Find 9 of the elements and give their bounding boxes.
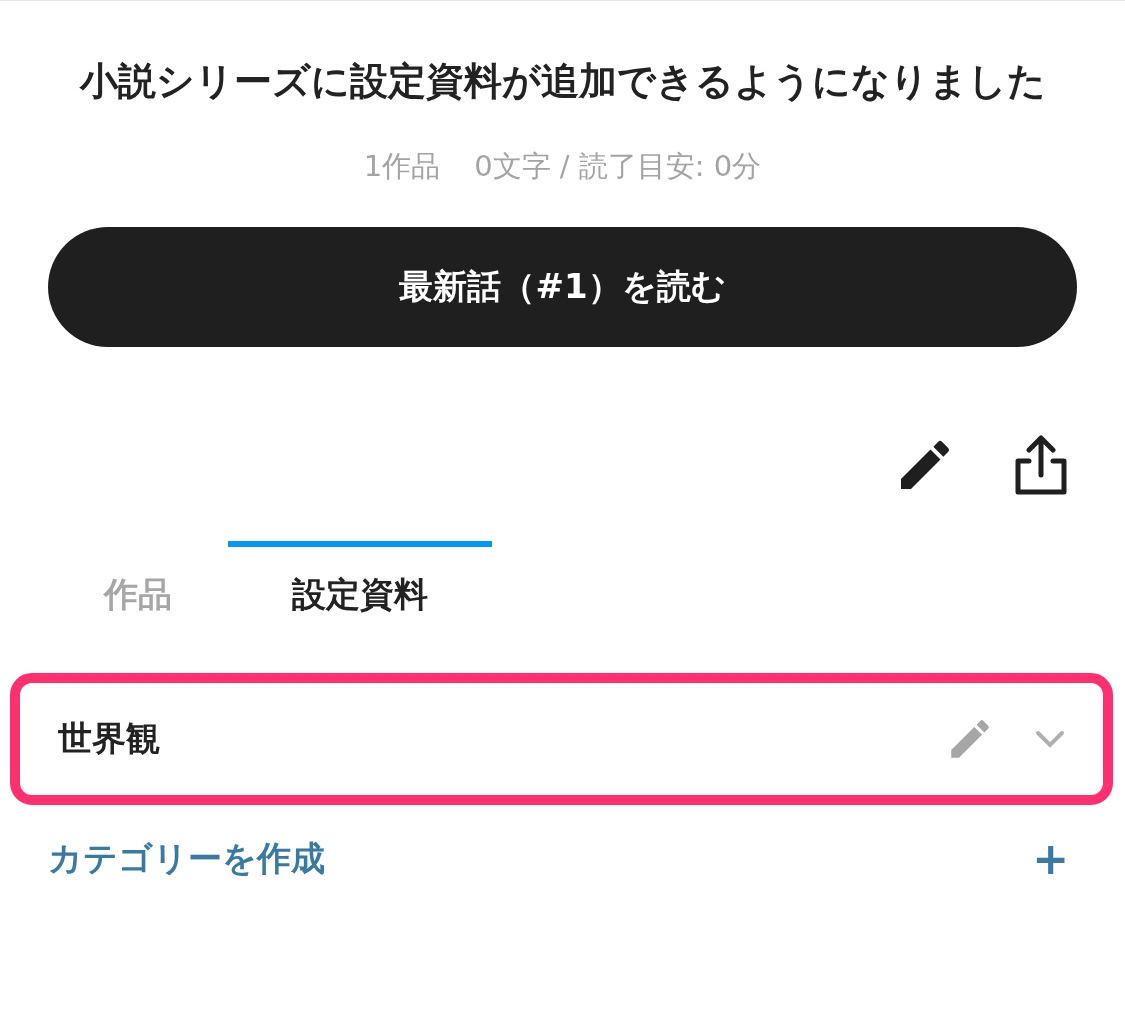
tab[interactable]: 設定資料: [228, 541, 492, 651]
create-category-link[interactable]: カテゴリーを作成: [48, 835, 325, 882]
add-button[interactable]: +: [1032, 833, 1069, 884]
share-icon[interactable]: [1013, 433, 1069, 497]
series-title: 小説シリーズに設定資料が追加できるようになりました: [78, 58, 1047, 105]
work-count: 1作品: [363, 148, 441, 185]
reading-stats: 0文字 / 読了目安: 0分: [474, 148, 762, 185]
category-name: 世界観: [58, 717, 161, 760]
read-latest-button[interactable]: 最新話（#1）を読む: [48, 227, 1077, 347]
